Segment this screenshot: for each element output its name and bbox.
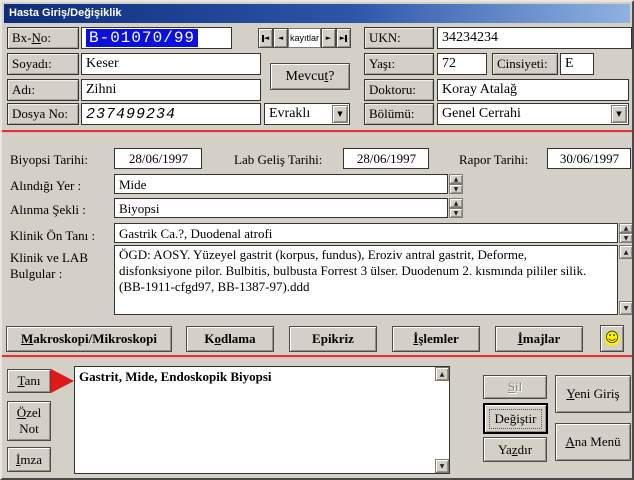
spin-down-icon[interactable]: ▼	[449, 208, 463, 218]
makroskopi-mikroskopi-button[interactable]: Makroskopi/Mikroskopi	[6, 326, 172, 352]
klinik-on-tani-label: Klinik Ön Tanı :	[10, 228, 96, 243]
alinma-sekli-input[interactable]: Biyopsi	[114, 198, 448, 218]
evrak-combobox[interactable]: Evraklı ▼	[264, 103, 350, 125]
next-record-button[interactable]: ►	[321, 28, 336, 48]
mevcut-button[interactable]: Mevcut?	[270, 63, 350, 90]
doktoru-input[interactable]: Koray Atalağ	[437, 79, 629, 101]
yazdir-button[interactable]: Yazdır	[483, 437, 547, 462]
smiley-button[interactable]: ☺	[600, 325, 624, 352]
evrak-dropdown-icon[interactable]: ▼	[332, 105, 348, 123]
red-arrow-icon	[51, 369, 74, 393]
scroll-up-icon[interactable]: ▲	[619, 245, 632, 259]
bolumu-label: Bölümü:	[364, 103, 434, 125]
adi-label: Adı:	[7, 79, 79, 101]
bolumu-dropdown-icon[interactable]: ▼	[611, 105, 627, 123]
sil-button: Sil	[483, 375, 547, 399]
cinsiyeti-label: Cinsiyeti:	[492, 53, 558, 75]
yasi-label: Yaşı:	[364, 53, 434, 75]
ozel-not-button[interactable]: Özel Not	[7, 401, 51, 441]
yeni-giris-button[interactable]: Yeni Giriş	[555, 375, 631, 413]
imza-button[interactable]: İmza	[7, 447, 51, 472]
adi-input[interactable]: Zihni	[81, 79, 261, 101]
soyadi-label: Soyadı:	[7, 53, 79, 75]
imajlar-button[interactable]: İmajlar	[495, 326, 583, 352]
alinma-sekli-label: Alınma Şekli :	[10, 202, 86, 217]
title-bar[interactable]: Hasta Giriş/Değişiklik	[4, 4, 630, 23]
ukn-input[interactable]: 34234234	[437, 27, 632, 49]
last-record-button[interactable]: ►	[336, 28, 351, 48]
biyopsi-tarihi-label: Biyopsi Tarihi:	[10, 152, 88, 167]
epikriz-button[interactable]: Epikriz	[289, 326, 377, 352]
rapor-tarihi-label: Rapor Tarihi:	[459, 152, 529, 167]
ana-menu-button[interactable]: Ana Menü	[555, 423, 631, 461]
klinik-on-tani-spinner: ▲ ▼	[619, 223, 632, 243]
ukn-label: UKN:	[364, 27, 434, 49]
spin-up-icon[interactable]: ▲	[449, 174, 463, 184]
bx-no-selected-value: B-01070/99	[86, 29, 199, 47]
klinik-on-tani-input[interactable]: Gastrik Ca.?, Duodenal atrofi	[114, 223, 618, 243]
dosya-no-input[interactable]: 237499234	[81, 103, 261, 125]
klinik-lab-label-line1: Klinik ve LAB	[10, 250, 88, 265]
spin-down-icon[interactable]: ▼	[619, 233, 632, 243]
alindigi-yer-spinner: ▲ ▼	[449, 174, 463, 194]
yasi-input[interactable]: 72	[437, 53, 487, 75]
alinma-sekli-spinner: ▲ ▼	[449, 198, 463, 218]
spin-up-icon[interactable]: ▲	[619, 223, 632, 233]
spin-down-icon[interactable]: ▼	[449, 184, 463, 194]
tani-button[interactable]: Tanı	[7, 369, 51, 393]
records-label: kayıtlar	[288, 28, 321, 48]
bolumu-combobox[interactable]: Genel Cerrahi ▼	[437, 103, 629, 125]
diagnosis-entry[interactable]: Gastrit, Mide, Endoskopik Biyopsi	[79, 369, 272, 384]
klinik-lab-label-line2: Bulgular :	[10, 266, 63, 281]
spin-up-icon[interactable]: ▲	[449, 198, 463, 208]
klinik-lab-textarea[interactable]: ÖGD: AOSY. Yüzeyel gastrit (korpus, fund…	[114, 245, 618, 315]
kodlama-button[interactable]: Kodlama	[186, 326, 274, 352]
cinsiyeti-input[interactable]: E	[560, 53, 594, 75]
dosya-no-label: Dosya No:	[7, 103, 79, 125]
bx-no-label: Bx-No:	[7, 27, 79, 49]
doktoru-label: Doktoru:	[364, 79, 434, 101]
diagnosis-listbox[interactable]: Gastrit, Mide, Endoskopik Biyopsi	[74, 366, 450, 474]
divider-line-top	[2, 130, 632, 133]
smiley-icon: ☺	[604, 330, 620, 346]
diagnosis-scrollbar[interactable]: ▲ ▼	[435, 367, 449, 473]
degistir-button[interactable]: Değiştir	[484, 404, 547, 433]
soyadi-input[interactable]: Keser	[81, 53, 261, 75]
alindigi-yer-label: Alındığı Yer :	[10, 178, 82, 193]
window-title: Hasta Giriş/Değişiklik	[9, 7, 122, 19]
scroll-down-icon[interactable]: ▼	[619, 301, 632, 315]
lab-gelis-tarihi-label: Lab Geliş Tarihi:	[234, 152, 323, 167]
bx-no-input[interactable]: B-01070/99	[81, 27, 232, 49]
patient-entry-window: Hasta Giriş/Değişiklik Bx-No: B-01070/99…	[0, 0, 634, 480]
scroll-up-icon[interactable]: ▲	[435, 367, 449, 381]
scroll-down-icon[interactable]: ▼	[435, 459, 449, 473]
previous-record-button[interactable]: ◄	[273, 28, 288, 48]
islemler-button[interactable]: İşlemler	[392, 326, 480, 352]
first-record-button[interactable]: ◄	[258, 28, 273, 48]
klinik-lab-scrollbar[interactable]: ▲ ▼	[619, 245, 632, 315]
biyopsi-tarihi-input[interactable]: 28/06/1997	[114, 148, 202, 169]
rapor-tarihi-input[interactable]: 30/06/1997	[547, 148, 631, 169]
record-navigator: ◄ ◄ kayıtlar ► ►	[258, 28, 352, 48]
alindigi-yer-input[interactable]: Mide	[114, 174, 448, 194]
divider-line-bottom	[2, 355, 632, 358]
lab-gelis-tarihi-input[interactable]: 28/06/1997	[343, 148, 429, 169]
